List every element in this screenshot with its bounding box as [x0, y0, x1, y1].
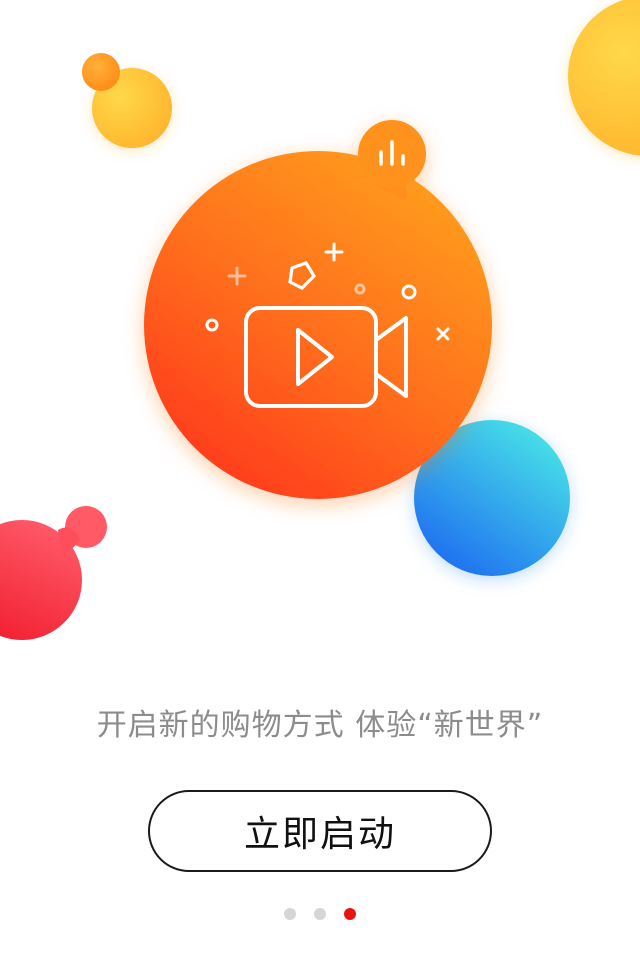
- page-dot-3[interactable]: [344, 908, 356, 920]
- orange-bubble-small: [82, 53, 120, 91]
- onboarding-tagline: 开启新的购物方式 体验“新世界”: [96, 708, 544, 743]
- onboarding-screen: 开启新的购物方式 体验“新世界” 立即启动: [0, 0, 640, 960]
- start-now-button[interactable]: 立即启动: [148, 790, 492, 872]
- hero-illustration: [0, 0, 640, 640]
- page-dot-1[interactable]: [284, 908, 296, 920]
- red-bubble: [0, 506, 107, 640]
- page-dot-2[interactable]: [314, 908, 326, 920]
- page-indicator: [0, 908, 640, 920]
- yellow-bubble-top-right: [568, 0, 640, 156]
